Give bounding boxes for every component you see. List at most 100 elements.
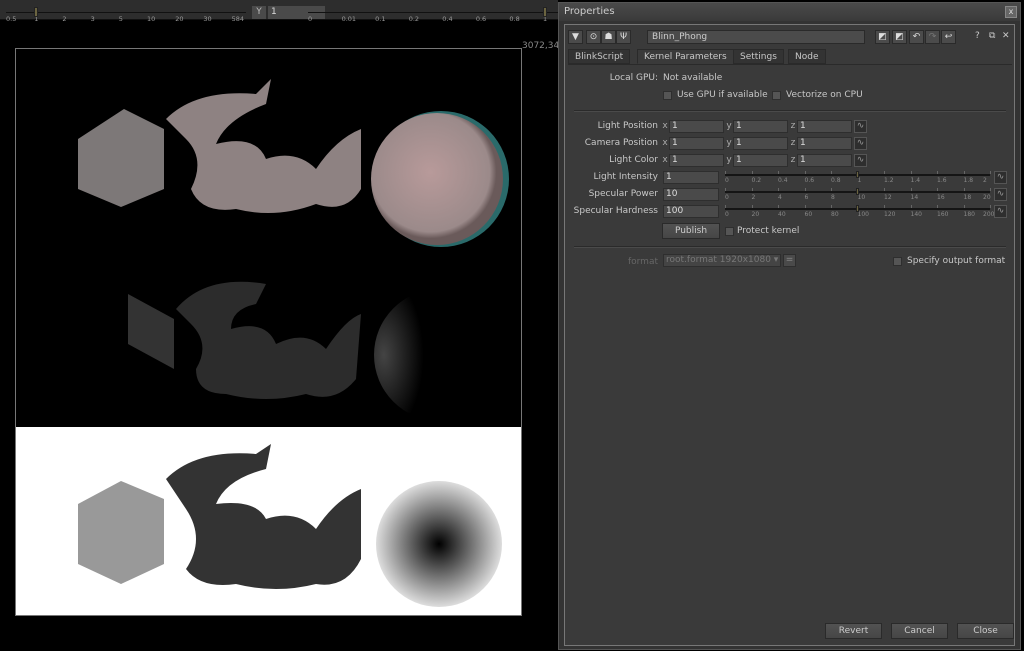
vector-z-input[interactable]: 1 (797, 120, 852, 133)
specify-format-checkbox[interactable] (893, 257, 902, 266)
slider-value-input[interactable]: 1 (663, 171, 719, 184)
slider-tick (804, 188, 806, 191)
close-icon[interactable]: x (1005, 6, 1017, 18)
slider-tick-label: 160 (937, 211, 949, 218)
vector-label: Light Color (609, 155, 658, 165)
cancel-button[interactable]: Cancel (891, 623, 948, 639)
gamma-slider[interactable]: 0 0.01 0.1 0.2 0.4 0.6 0.8 1 (308, 6, 558, 23)
vector-y-input[interactable]: 1 (733, 120, 788, 133)
slider-tick (725, 188, 726, 191)
slider-track[interactable]: 0 20 40 60 80 100 120 140 160 180 200 (725, 205, 994, 219)
vectorize-checkbox[interactable] (772, 91, 781, 100)
revert-button[interactable]: Revert (825, 623, 882, 639)
ruler-tick-label: 0 (308, 15, 313, 23)
axis-label-y: y (726, 155, 732, 165)
publish-button[interactable]: Publish (662, 223, 720, 239)
collapse-icon[interactable]: ▼ (568, 30, 583, 44)
vector-label: Light Position (597, 121, 658, 131)
slider-tick (910, 205, 912, 208)
slider-tick-label: 180 (963, 211, 975, 218)
format-equals-button[interactable]: = (783, 254, 796, 267)
format-select[interactable]: root.format 1920x1080 ▾ (663, 254, 781, 267)
slider-tick (990, 205, 991, 208)
slider-tick (751, 188, 753, 191)
vector-y-input[interactable]: 1 (733, 137, 788, 150)
vector-z-input[interactable]: 1 (797, 137, 852, 150)
slider-track[interactable]: 0 2 4 6 8 10 12 14 16 18 20 (725, 188, 991, 202)
slider-tick-label: 1.6 (937, 177, 947, 184)
slider-track[interactable]: 0 0.2 0.4 0.6 0.8 1 1.2 1.4 1.6 1.8 2 (725, 171, 991, 185)
viewer-toolbar: 0.5 1 2 3 5 10 20 30 584 Y 1 0 0.01 0.1 0.2 0.4 0.6 0.… (0, 0, 558, 23)
revert-icon[interactable]: ↩ (941, 30, 956, 44)
slider-tick (725, 205, 726, 208)
slider-tick-label: 1.4 (910, 177, 921, 184)
float-icon[interactable]: ⧉ (989, 31, 995, 41)
slider-tick (831, 205, 832, 208)
axis-label-x: x (662, 155, 668, 165)
slider-tick-label: 0 (725, 211, 729, 218)
vector-x-input[interactable]: 1 (669, 120, 724, 133)
ruler-tick-label: 3 (90, 15, 95, 23)
slider-tick-label: 80 (831, 211, 839, 218)
slider-tick-label: 40 (778, 211, 786, 218)
ruler-tick-label: 20 (175, 15, 184, 23)
viewer-icon[interactable]: ⊙ (586, 30, 601, 44)
viewer-canvas[interactable] (15, 48, 522, 616)
slider-tick-label: 14 (910, 194, 919, 201)
help-icon[interactable]: ? (975, 31, 980, 41)
undo-icon[interactable]: ↶ (909, 30, 924, 44)
ruler-handle[interactable] (34, 7, 39, 17)
specify-format-label: Specify output format (907, 256, 1006, 266)
use-gpu-checkbox[interactable] (663, 91, 672, 100)
vector-y-input[interactable]: 1 (733, 154, 788, 167)
dragon-top (166, 79, 361, 213)
sphere-bottom (376, 481, 502, 607)
slider-value-input[interactable]: 10 (663, 188, 719, 201)
ruler-handle[interactable] (543, 7, 547, 17)
close-button[interactable]: Close (957, 623, 1014, 639)
ruler-tick-label: 10 (147, 15, 156, 23)
wrench-icon[interactable]: Ψ (616, 30, 631, 44)
animation-curve-icon[interactable]: ∿ (854, 137, 867, 150)
slider-tick-label: 0.6 (804, 177, 815, 184)
vector-z-input[interactable]: 1 (797, 154, 852, 167)
animation-curve-icon[interactable]: ∿ (854, 120, 867, 133)
tab-node[interactable]: Node (788, 49, 826, 64)
slider-value-input[interactable]: 100 (663, 205, 719, 218)
tab-kernel-parameters[interactable]: Kernel Parameters (637, 49, 734, 64)
tab-settings[interactable]: Settings (733, 49, 784, 64)
slider-tick (963, 171, 965, 174)
slider-tick-label: 1.2 (884, 177, 894, 184)
color-b-icon[interactable]: ◩ (892, 30, 907, 44)
tab-blinkscript[interactable]: BlinkScript (568, 49, 631, 64)
node-name-input[interactable]: Blinn_Phong (647, 30, 865, 44)
slider-handle[interactable] (855, 188, 859, 195)
animation-curve-icon[interactable]: ∿ (854, 154, 867, 167)
ruler-tick-label: 584 (231, 15, 245, 23)
slider-handle[interactable] (855, 205, 859, 212)
node-icon[interactable]: ☗ (601, 30, 616, 44)
animation-curve-icon[interactable]: ∿ (994, 188, 1007, 201)
animation-curve-icon[interactable]: ∿ (994, 205, 1007, 218)
gain-slider[interactable]: 0.5 1 2 3 5 10 20 30 584 (6, 6, 246, 23)
slider-tick (751, 171, 753, 174)
sphere-top (371, 113, 503, 245)
color-a-icon[interactable]: ◩ (875, 30, 890, 44)
ruler-tick-label: 2 (62, 15, 67, 23)
vector-x-input[interactable]: 1 (669, 154, 724, 167)
y-channel-button[interactable]: Y (252, 6, 266, 19)
protect-kernel-checkbox[interactable] (725, 227, 734, 236)
animation-curve-icon[interactable]: ∿ (994, 171, 1007, 184)
slider-tick (884, 171, 885, 174)
slider-tick-label: 0.2 (751, 177, 762, 184)
slider-label: Specular Power (588, 189, 658, 199)
axis-label-x: x (662, 121, 668, 131)
slider-tick-label: 1 (857, 177, 862, 184)
redo-icon[interactable]: ↷ (925, 30, 940, 44)
axis-label-x: x (662, 138, 668, 148)
close-panel-icon[interactable]: ✕ (1002, 31, 1010, 41)
slider-tick (910, 171, 912, 174)
slider-tick (804, 205, 806, 208)
slider-handle[interactable] (855, 171, 859, 178)
vector-x-input[interactable]: 1 (669, 137, 724, 150)
